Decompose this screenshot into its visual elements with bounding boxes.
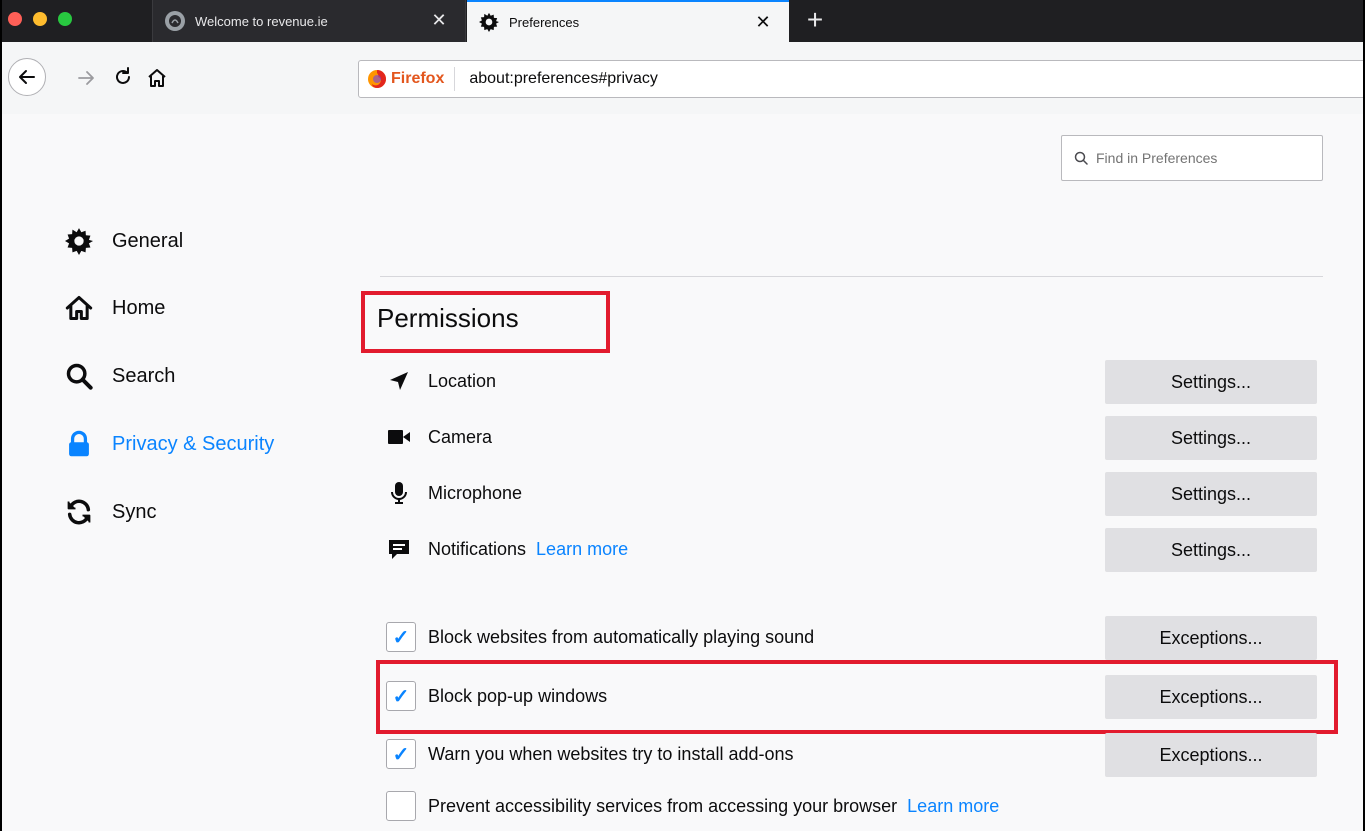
home-icon — [148, 69, 166, 87]
checkbox-label: Prevent accessibility services from acce… — [428, 796, 898, 816]
search-icon — [64, 361, 94, 391]
location-settings-button[interactable]: Settings... — [1105, 360, 1317, 404]
url-text[interactable]: about:preferences#privacy — [469, 70, 658, 88]
check-mark-icon: ✓ — [392, 743, 410, 766]
block-autoplay-checkbox[interactable]: ✓ — [386, 622, 416, 652]
permission-row-microphone: Microphone Settings... — [386, 472, 1326, 516]
sidebar-item-home[interactable]: Home — [64, 291, 165, 325]
tab-preferences[interactable]: Preferences ✕ — [467, 0, 789, 42]
sidebar-item-privacy-security[interactable]: Privacy & Security — [64, 427, 274, 461]
microphone-icon — [386, 480, 412, 506]
home-icon — [64, 293, 94, 323]
sidebar-item-sync[interactable]: Sync — [64, 495, 156, 529]
back-button[interactable] — [8, 58, 46, 96]
forward-button[interactable] — [76, 68, 96, 93]
checkbox-row-prevent-accessibility: Prevent accessibility services from acce… — [386, 785, 1326, 829]
sidebar-item-label: General — [112, 229, 184, 252]
permission-row-location: Location Settings... — [386, 360, 1326, 404]
checkbox-row-warn-addons: ✓ Warn you when websites try to install … — [386, 733, 1326, 777]
highlight-box-permissions — [361, 291, 610, 353]
sync-icon — [64, 497, 94, 527]
navigation-toolbar: Firefox about:preferences#privacy — [0, 42, 1365, 114]
close-window-button[interactable] — [8, 12, 22, 26]
sidebar-item-label: Sync — [112, 500, 157, 523]
lock-icon — [64, 429, 94, 459]
reload-icon — [116, 67, 130, 84]
search-input[interactable]: Find in Preferences — [1061, 135, 1323, 181]
sidebar-item-label: Privacy & Security — [112, 432, 275, 455]
microphone-settings-button[interactable]: Settings... — [1105, 472, 1317, 516]
camera-settings-button[interactable]: Settings... — [1105, 416, 1317, 460]
firefox-logo-icon — [368, 70, 386, 88]
tab-title: Welcome to revenue.ie — [195, 13, 328, 29]
checkbox-label-wrapper: Prevent accessibility services from acce… — [428, 796, 999, 817]
search-placeholder: Find in Preferences — [1096, 150, 1218, 166]
location-arrow-icon — [386, 368, 412, 394]
zoom-window-button[interactable] — [58, 12, 72, 26]
checkbox-row-block-autoplay: ✓ Block websites from automatically play… — [386, 616, 1326, 660]
checkbox-label: Block websites from automatically playin… — [428, 627, 815, 647]
camera-icon — [386, 424, 412, 450]
prevent-accessibility-checkbox[interactable] — [386, 791, 416, 821]
highlight-box-popups — [376, 660, 1338, 734]
back-arrow-icon — [19, 70, 35, 84]
sidebar-item-search[interactable]: Search — [64, 359, 175, 393]
sidebar-item-label: Home — [112, 296, 166, 319]
sidebar-item-general[interactable]: General — [64, 224, 183, 258]
permission-label: Location — [428, 371, 497, 391]
tab-title: Preferences — [509, 14, 580, 30]
notifications-learn-more-link[interactable]: Learn more — [536, 539, 628, 559]
tab-revenue[interactable]: Welcome to revenue.ie ✕ — [152, 0, 466, 42]
search-icon — [1074, 151, 1088, 165]
permission-label: Camera — [428, 427, 493, 447]
minimize-window-button[interactable] — [33, 12, 47, 26]
permission-label-wrapper: Notifications Learn more — [428, 539, 628, 560]
notification-icon — [386, 536, 412, 562]
sidebar-item-label: Search — [112, 364, 176, 387]
warn-addons-checkbox[interactable]: ✓ — [386, 739, 416, 769]
permission-row-camera: Camera Settings... — [386, 416, 1326, 460]
close-tab-icon[interactable]: ✕ — [753, 12, 773, 32]
reload-button[interactable] — [112, 66, 134, 93]
permission-row-notifications: Notifications Learn more Settings... — [386, 528, 1326, 572]
url-bar[interactable]: Firefox about:preferences#privacy — [358, 60, 1365, 98]
identity-box[interactable]: Firefox — [359, 67, 456, 91]
permission-label: Notifications — [428, 539, 527, 559]
accessibility-learn-more-link[interactable]: Learn more — [907, 796, 999, 816]
gear-icon — [64, 226, 94, 256]
window-border-left — [0, 0, 2, 831]
gear-icon — [479, 12, 499, 32]
checkbox-label: Warn you when websites try to install ad… — [428, 744, 794, 764]
addons-exceptions-button[interactable]: Exceptions... — [1105, 733, 1317, 777]
new-tab-button[interactable]: + — [800, 4, 830, 36]
forward-arrow-icon — [78, 71, 94, 85]
check-mark-icon: ✓ — [392, 626, 410, 649]
section-divider — [380, 276, 1323, 277]
autoplay-exceptions-button[interactable]: Exceptions... — [1105, 616, 1317, 660]
permission-label: Microphone — [428, 483, 523, 503]
preferences-page: Find in Preferences General Home Search … — [0, 114, 1365, 831]
site-favicon-icon — [165, 11, 185, 31]
notifications-settings-button[interactable]: Settings... — [1105, 528, 1317, 572]
close-tab-icon[interactable]: ✕ — [429, 10, 449, 30]
home-button[interactable] — [146, 67, 168, 94]
identity-label: Firefox — [391, 70, 445, 87]
tab-strip: Welcome to revenue.ie ✕ Preferences ✕ + — [0, 0, 1365, 42]
